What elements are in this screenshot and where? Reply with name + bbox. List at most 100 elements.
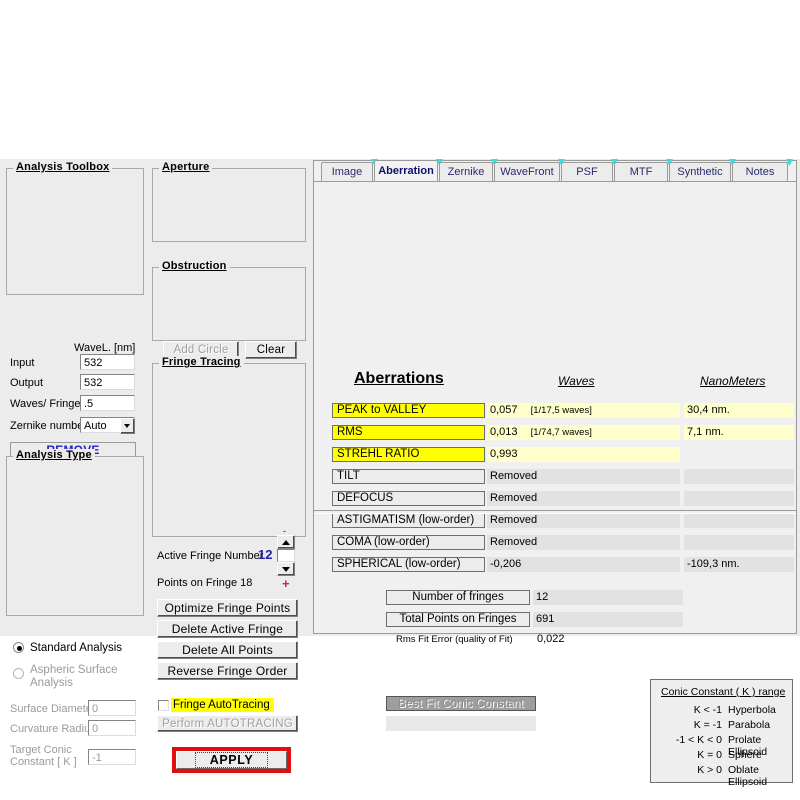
aberration-row-name-spherical: SPHERICAL (low-order) <box>332 557 485 572</box>
waves-note: [1/74,7 waves] <box>531 427 592 438</box>
conic-name-1: Hyperbola <box>728 704 776 716</box>
delete-all-points-button[interactable]: Delete All Points <box>157 641 298 659</box>
waves-per-fringe-label: Waves/ Fringe <box>10 398 81 410</box>
output-wavelength-field[interactable]: 532 <box>80 374 135 390</box>
active-fringe-number-value: 12 <box>258 547 272 562</box>
tab-notes[interactable]: Notes <box>732 162 788 181</box>
aberration-row-waves-spherical: -0,206 <box>487 557 680 572</box>
waves-per-fringe-field[interactable]: .5 <box>80 395 135 411</box>
perform-autotracing-button[interactable]: Perform AUTOTRACING <box>157 715 298 732</box>
aberration-row-nm-defocus <box>684 491 794 506</box>
input-label: Input <box>10 357 34 369</box>
fringe-autotracing-label: Fringe AutoTracing <box>171 698 274 712</box>
reverse-fringe-order-button[interactable]: Reverse Fringe Order <box>157 662 298 680</box>
aberration-row-name-peak-to-valley: PEAK to VALLEY <box>332 403 485 418</box>
aperture-legend: Aperture <box>159 161 212 173</box>
radio-standard-analysis[interactable] <box>13 642 24 653</box>
aberration-row-nm-astigmatism <box>684 513 794 528</box>
aberration-row-name-rms: RMS <box>332 425 485 440</box>
chevron-down-icon[interactable] <box>120 418 135 434</box>
radio-label-aspheric-surface-analysis-line1: Aspheric Surface <box>30 664 118 676</box>
surface-diameter-field[interactable]: 0 <box>88 700 136 716</box>
fringe-increment-indicator[interactable]: + <box>282 576 290 591</box>
wavelength-header: WaveL. [nm] <box>74 342 135 354</box>
aberration-row-nm-spherical: -109,3 nm. <box>684 557 794 572</box>
total-points-on-fringes-label: Total Points on Fringes <box>386 612 530 627</box>
waves-value: 0,013 <box>490 426 518 438</box>
waves-value: 0,057 <box>490 404 518 416</box>
target-conic-label-line1: Target Conic <box>10 744 72 756</box>
aberration-row-name-astigmatism: ASTIGMATISM (low-order) <box>332 513 485 528</box>
aperture-group: Aperture <box>152 168 306 242</box>
aperture-clear-button[interactable]: Clear <box>245 341 297 359</box>
aberration-row-waves-coma: Removed <box>487 535 680 550</box>
conic-name-4: Sphere <box>728 749 762 761</box>
fringe-tracing-group: Fringe Tracing <box>152 363 306 537</box>
rms-fit-error-label: Rms Fit Error (quality of Fit) <box>396 634 513 645</box>
best-fit-conic-constant-value <box>386 716 536 731</box>
aberration-row-waves-strehl-ratio: 0,993 <box>487 447 680 462</box>
conic-name-2: Parabola <box>728 719 770 731</box>
conic-k-3: -1 < K < 0 <box>654 734 722 746</box>
target-conic-constant-field[interactable]: -1 <box>88 749 136 765</box>
aberration-row-waves-astigmatism: Removed <box>487 513 680 528</box>
curvature-radius-field[interactable]: 0 <box>88 720 136 736</box>
total-points-on-fringes-value: 691 <box>533 612 683 627</box>
tab-image[interactable]: Image <box>321 162 373 181</box>
number-of-fringes-label: Number of fringes <box>386 590 530 605</box>
panel-divider <box>314 510 796 514</box>
zernike-number-label: Zernike number <box>10 420 87 432</box>
triangle-up-icon[interactable] <box>277 535 295 549</box>
app-window: Analysis Toolbox WaveL. [nm] Input 532 O… <box>0 159 800 636</box>
aberration-row-waves-peak-to-valley: 0,057 [1/17,5 waves] <box>487 403 680 418</box>
surface-diameter-label: Surface Diameter <box>10 703 96 715</box>
analysis-type-group: Analysis Type <box>6 456 144 616</box>
aberration-row-waves-tilt: Removed <box>487 469 680 484</box>
aberration-row-waves-defocus: Removed <box>487 491 680 506</box>
aberration-row-name-strehl-ratio: STREHL RATIO <box>332 447 485 462</box>
analysis-toolbox-legend: Analysis Toolbox <box>13 161 112 173</box>
rms-fit-error-value: 0,022 <box>537 633 565 645</box>
conic-k-1: K < -1 <box>660 704 722 716</box>
conic-constant-range-title: Conic Constant ( K ) range <box>661 686 785 698</box>
input-wavelength-field[interactable]: 532 <box>80 354 135 370</box>
analysis-type-legend: Analysis Type <box>13 449 95 461</box>
tab-wavefront[interactable]: WaveFront <box>494 162 560 181</box>
waves-note: [1/17,5 waves] <box>531 405 592 416</box>
triangle-down-icon[interactable] <box>277 562 295 576</box>
aberration-row-nm-coma <box>684 535 794 550</box>
tab-synthetic[interactable]: Synthetic <box>669 162 731 181</box>
aberration-row-name-defocus: DEFOCUS <box>332 491 485 506</box>
optimize-fringe-points-button[interactable]: Optimize Fringe Points <box>157 599 298 617</box>
fringe-number-field[interactable] <box>277 549 295 562</box>
best-fit-conic-constant-button[interactable]: Best Fit Conic Constant <box>386 696 536 711</box>
apply-button[interactable]: APPLY <box>195 752 269 768</box>
target-conic-label-line2: Constant [ K ] <box>10 756 77 768</box>
apply-button-frame: APPLY <box>172 747 291 773</box>
aberration-row-waves-rms: 0,013 [1/74,7 waves] <box>487 425 680 440</box>
delete-active-fringe-button[interactable]: Delete Active Fringe <box>157 620 298 638</box>
aberration-row-nm-tilt <box>684 469 794 484</box>
conic-k-2: K = -1 <box>660 719 722 731</box>
obstruction-legend: Obstruction <box>159 260 230 272</box>
tab-aberration[interactable]: Aberration <box>374 160 438 181</box>
aberration-row-name-coma: COMA (low-order) <box>332 535 485 550</box>
aberration-row-name-tilt: TILT <box>332 469 485 484</box>
aberrations-title: Aberrations <box>354 370 444 388</box>
fringe-tracing-legend: Fringe Tracing <box>159 356 244 368</box>
radio-label-standard-analysis: Standard Analysis <box>30 642 122 654</box>
curvature-radius-label: Curvature Radius <box>10 723 96 735</box>
tab-mtf[interactable]: MTF <box>614 162 668 181</box>
column-header-nanometers: NanoMeters <box>700 374 765 388</box>
conic-k-5: K > 0 <box>660 764 722 776</box>
output-label: Output <box>10 377 43 389</box>
number-of-fringes-value: 12 <box>533 590 683 605</box>
radio-aspheric-surface-analysis[interactable] <box>13 668 24 679</box>
tab-psf[interactable]: PSF <box>561 162 613 181</box>
obstruction-group: Obstruction <box>152 267 306 341</box>
aberration-row-nm-rms: 7,1 nm. <box>684 425 794 440</box>
conic-k-4: K = 0 <box>660 749 722 761</box>
analysis-toolbox-group: Analysis Toolbox <box>6 168 144 295</box>
tab-zernike[interactable]: Zernike <box>439 162 493 181</box>
checkbox-fringe-autotracing[interactable] <box>158 700 169 711</box>
